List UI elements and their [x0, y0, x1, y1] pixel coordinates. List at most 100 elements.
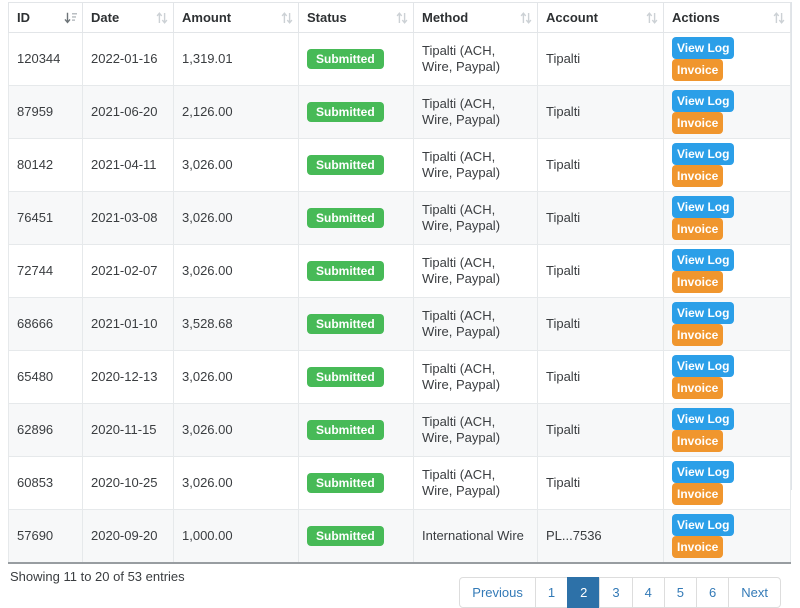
sort-both-icon: [396, 12, 408, 24]
pagination-page-6[interactable]: 6: [696, 577, 729, 608]
cell-actions: View LogInvoice: [664, 351, 791, 404]
cell-method: Tipalti (ACH, Wire, Paypal): [414, 404, 538, 457]
sort-both-icon: [773, 12, 785, 24]
cell-actions: View LogInvoice: [664, 245, 791, 298]
view-log-button[interactable]: View Log: [672, 90, 734, 112]
status-badge: Submitted: [307, 420, 384, 440]
invoice-button[interactable]: Invoice: [672, 112, 723, 134]
table-row: 57690 2020-09-20 1,000.00 Submitted Inte…: [9, 510, 791, 564]
pagination-page-3[interactable]: 3: [599, 577, 632, 608]
cell-date: 2021-02-07: [83, 245, 174, 298]
cell-id: 65480: [9, 351, 83, 404]
cell-actions: View LogInvoice: [664, 33, 791, 86]
cell-status: Submitted: [299, 404, 414, 457]
cell-account: Tipalti: [538, 33, 664, 86]
invoice-button[interactable]: Invoice: [672, 536, 723, 558]
pagination-page-4[interactable]: 4: [632, 577, 665, 608]
status-badge: Submitted: [307, 473, 384, 493]
status-badge: Submitted: [307, 49, 384, 69]
invoice-button[interactable]: Invoice: [672, 271, 723, 293]
invoice-button[interactable]: Invoice: [672, 324, 723, 346]
cell-status: Submitted: [299, 86, 414, 139]
payments-table: ID Date Amount: [8, 2, 791, 564]
view-log-button[interactable]: View Log: [672, 514, 734, 536]
cell-amount: 3,026.00: [174, 351, 299, 404]
view-log-button[interactable]: View Log: [672, 249, 734, 271]
cell-amount: 3,528.68: [174, 298, 299, 351]
cell-status: Submitted: [299, 298, 414, 351]
cell-date: 2020-10-25: [83, 457, 174, 510]
pagination-next[interactable]: Next: [728, 577, 781, 608]
status-badge: Submitted: [307, 261, 384, 281]
column-header-account[interactable]: Account: [538, 3, 664, 33]
cell-amount: 3,026.00: [174, 245, 299, 298]
status-badge: Submitted: [307, 208, 384, 228]
view-log-button[interactable]: View Log: [672, 461, 734, 483]
column-header-actions[interactable]: Actions: [664, 3, 791, 33]
cell-status: Submitted: [299, 351, 414, 404]
column-header-label: Date: [91, 10, 119, 25]
view-log-button[interactable]: View Log: [672, 37, 734, 59]
cell-amount: 3,026.00: [174, 404, 299, 457]
column-header-label: Amount: [182, 10, 231, 25]
status-badge: Submitted: [307, 314, 384, 334]
column-header-method[interactable]: Method: [414, 3, 538, 33]
cell-id: 120344: [9, 33, 83, 86]
invoice-button[interactable]: Invoice: [672, 59, 723, 81]
status-badge: Submitted: [307, 526, 384, 546]
view-log-button[interactable]: View Log: [672, 355, 734, 377]
column-header-id[interactable]: ID: [9, 3, 83, 33]
column-header-label: Account: [546, 10, 598, 25]
cell-amount: 3,026.00: [174, 457, 299, 510]
cell-account: Tipalti: [538, 86, 664, 139]
cell-method: Tipalti (ACH, Wire, Paypal): [414, 86, 538, 139]
pagination-page-2-active[interactable]: 2: [567, 577, 600, 608]
sort-both-icon: [281, 12, 293, 24]
cell-account: Tipalti: [538, 351, 664, 404]
cell-account: PL...7536: [538, 510, 664, 564]
cell-id: 68666: [9, 298, 83, 351]
status-badge: Submitted: [307, 367, 384, 387]
cell-amount: 1,319.01: [174, 33, 299, 86]
column-header-amount[interactable]: Amount: [174, 3, 299, 33]
cell-actions: View LogInvoice: [664, 510, 791, 564]
table-row: 65480 2020-12-13 3,026.00 Submitted Tipa…: [9, 351, 791, 404]
pagination-page-5[interactable]: 5: [664, 577, 697, 608]
cell-date: 2021-06-20: [83, 86, 174, 139]
view-log-button[interactable]: View Log: [672, 408, 734, 430]
column-header-label: Status: [307, 10, 347, 25]
cell-id: 87959: [9, 86, 83, 139]
view-log-button[interactable]: View Log: [672, 196, 734, 218]
table-row: 68666 2021-01-10 3,528.68 Submitted Tipa…: [9, 298, 791, 351]
payments-page: ID Date Amount: [0, 2, 800, 494]
column-header-date[interactable]: Date: [83, 3, 174, 33]
invoice-button[interactable]: Invoice: [672, 430, 723, 452]
invoice-button[interactable]: Invoice: [672, 377, 723, 399]
table-row: 80142 2021-04-11 3,026.00 Submitted Tipa…: [9, 139, 791, 192]
pagination-page-1[interactable]: 1: [535, 577, 568, 608]
status-badge: Submitted: [307, 102, 384, 122]
cell-id: 72744: [9, 245, 83, 298]
column-header-status[interactable]: Status: [299, 3, 414, 33]
cell-amount: 3,026.00: [174, 192, 299, 245]
view-log-button[interactable]: View Log: [672, 143, 734, 165]
sort-desc-icon: [64, 12, 77, 24]
invoice-button[interactable]: Invoice: [672, 483, 723, 505]
cell-id: 60853: [9, 457, 83, 510]
panel-right-border: [791, 2, 792, 490]
cell-method: Tipalti (ACH, Wire, Paypal): [414, 351, 538, 404]
cell-method: Tipalti (ACH, Wire, Paypal): [414, 245, 538, 298]
cell-status: Submitted: [299, 139, 414, 192]
table-row: 60853 2020-10-25 3,026.00 Submitted Tipa…: [9, 457, 791, 510]
cell-amount: 3,026.00: [174, 139, 299, 192]
table-row: 76451 2021-03-08 3,026.00 Submitted Tipa…: [9, 192, 791, 245]
cell-account: Tipalti: [538, 245, 664, 298]
cell-date: 2020-11-15: [83, 404, 174, 457]
invoice-button[interactable]: Invoice: [672, 165, 723, 187]
pagination-previous[interactable]: Previous: [459, 577, 536, 608]
invoice-button[interactable]: Invoice: [672, 218, 723, 240]
view-log-button[interactable]: View Log: [672, 302, 734, 324]
table-row: 72744 2021-02-07 3,026.00 Submitted Tipa…: [9, 245, 791, 298]
cell-date: 2021-04-11: [83, 139, 174, 192]
table-info: Showing 11 to 20 of 53 entries: [10, 569, 185, 584]
